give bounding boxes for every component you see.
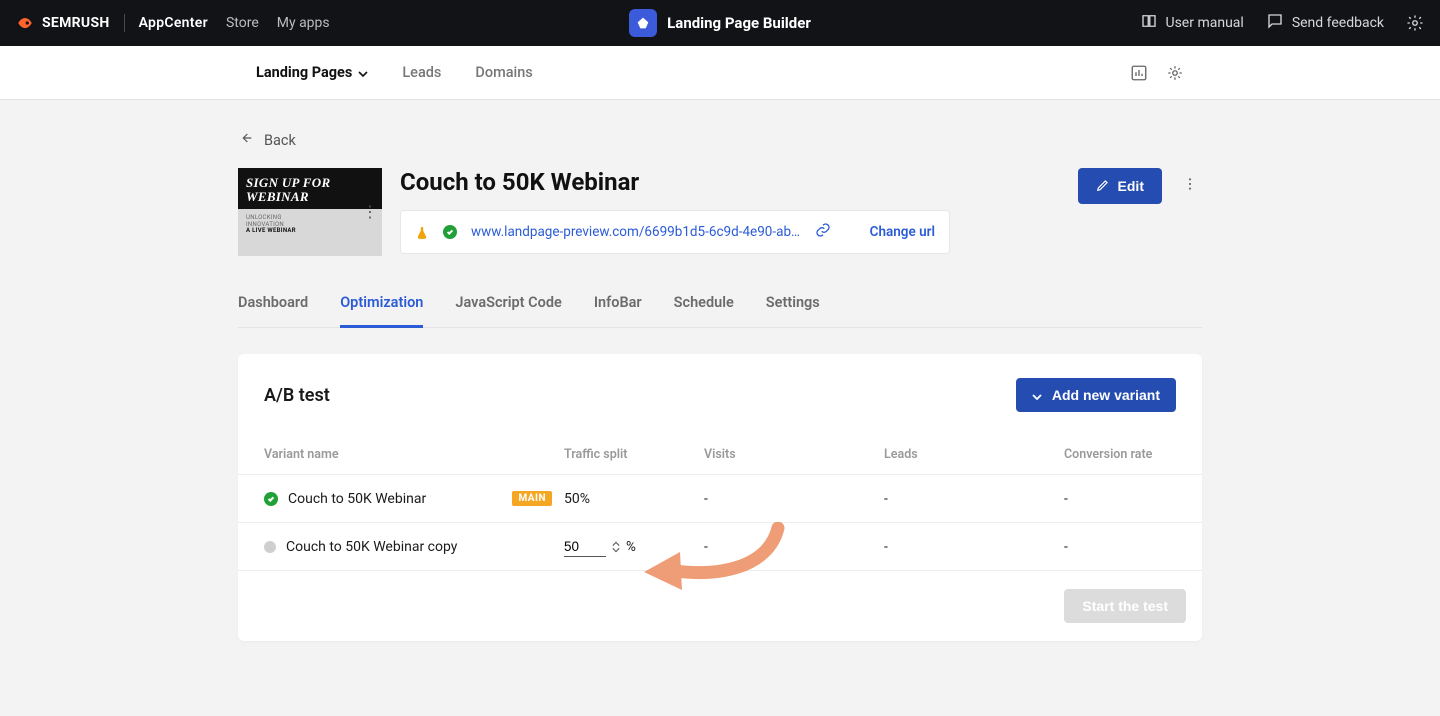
col-traffic-split: Traffic split [564, 447, 704, 462]
thumbnail-headline-2: WEBINAR [246, 190, 374, 204]
settings-gear-icon[interactable] [1406, 14, 1424, 32]
appcenter-text: AppCenter [139, 15, 208, 31]
traffic-split-field: % [564, 537, 704, 557]
send-feedback-label: Send feedback [1292, 15, 1384, 31]
user-manual-link[interactable]: User manual [1140, 12, 1244, 34]
visits-value: - [704, 539, 884, 555]
nav-my-apps[interactable]: My apps [277, 15, 330, 31]
tab-optimization[interactable]: Optimization [340, 284, 423, 328]
page-kebab-icon[interactable] [1178, 172, 1202, 200]
thumbnail-hero: SIGN UP FOR WEBINAR [238, 168, 382, 209]
back-label: Back [264, 132, 296, 149]
visits-value: - [704, 491, 884, 507]
brand[interactable]: SEMRUSH AppCenter [16, 14, 208, 32]
change-url-link[interactable]: Change url [870, 224, 935, 240]
variant-cell: Couch to 50K Webinar MAIN [264, 491, 564, 507]
chat-icon [1266, 12, 1284, 34]
tab-infobar[interactable]: InfoBar [594, 284, 642, 328]
back-link[interactable]: Back [238, 130, 296, 150]
page-title: Couch to 50K Webinar [400, 168, 1060, 196]
traffic-split-value: 50% [564, 491, 704, 507]
brand-separator [124, 14, 125, 32]
tab-dashboard[interactable]: Dashboard [238, 284, 308, 328]
thumbnail-sub-3: A LIVE WEBINAR [246, 227, 296, 234]
caret-down-icon [1032, 387, 1042, 403]
topbar: SEMRUSH AppCenter Store My apps Landing … [0, 0, 1440, 46]
thumbnail-menu-icon[interactable]: ⋮ [362, 202, 378, 221]
subnav-leads[interactable]: Leads [402, 64, 441, 81]
status-inactive-icon [264, 541, 276, 553]
subnav-domains[interactable]: Domains [475, 64, 532, 81]
chevron-down-icon [612, 547, 620, 553]
page-url[interactable]: www.landpage-preview.com/6699b1d5-6c9d-4… [471, 224, 801, 240]
percent-label: % [626, 539, 636, 555]
subnav-landing-pages[interactable]: Landing Pages [256, 64, 368, 81]
table-row: Couch to 50K Webinar MAIN 50% - - - [238, 474, 1202, 522]
leads-value: - [884, 491, 1064, 507]
col-visits: Visits [704, 447, 884, 462]
flask-icon [415, 225, 429, 239]
thumbnail-headline-1: SIGN UP FOR [246, 176, 374, 190]
variant-name: Couch to 50K Webinar [288, 491, 426, 507]
user-manual-label: User manual [1166, 15, 1244, 31]
arrow-left-icon [238, 130, 254, 150]
semrush-logo-icon [16, 14, 34, 32]
pencil-icon [1096, 178, 1110, 195]
tab-javascript-code[interactable]: JavaScript Code [455, 284, 561, 328]
col-conversion-rate: Conversion rate [1064, 447, 1176, 462]
number-stepper[interactable] [612, 541, 620, 553]
brand-text: SEMRUSH [42, 15, 110, 31]
nav-store[interactable]: Store [226, 15, 259, 31]
add-variant-label: Add new variant [1052, 387, 1160, 403]
main-badge: MAIN [512, 491, 552, 506]
traffic-split-input[interactable] [564, 537, 606, 557]
tabs: Dashboard Optimization JavaScript Code I… [238, 284, 1202, 328]
card-footer: Start the test [238, 570, 1202, 641]
app-chip-label: Landing Page Builder [667, 14, 811, 32]
edit-button-label: Edit [1118, 178, 1144, 194]
content: Back SIGN UP FOR WEBINAR UNLOCKING INNOV… [238, 100, 1202, 641]
subnav: Landing Pages Leads Domains [0, 46, 1440, 100]
subnav-landing-pages-label: Landing Pages [256, 64, 352, 81]
send-feedback-link[interactable]: Send feedback [1266, 12, 1384, 34]
leads-value: - [884, 539, 1064, 555]
tab-settings[interactable]: Settings [766, 284, 820, 328]
analytics-icon[interactable] [1130, 64, 1148, 82]
link-icon[interactable] [815, 222, 831, 242]
page-header: SIGN UP FOR WEBINAR UNLOCKING INNOVATION… [238, 168, 1202, 256]
app-chip-icon [629, 9, 657, 37]
book-icon [1140, 12, 1158, 34]
header-actions: Edit [1078, 168, 1202, 204]
ab-test-card: A/B test Add new variant Variant name Tr… [238, 354, 1202, 641]
conversion-value: - [1064, 491, 1176, 507]
caret-down-icon [358, 64, 368, 81]
table-head: Variant name Traffic split Visits Leads … [238, 434, 1202, 474]
card-head: A/B test Add new variant [238, 354, 1202, 434]
title-column: Couch to 50K Webinar www.landpage-previe… [400, 168, 1060, 254]
variant-cell: Couch to 50K Webinar copy [264, 539, 564, 555]
page-thumbnail[interactable]: SIGN UP FOR WEBINAR UNLOCKING INNOVATION… [238, 168, 382, 256]
thumbnail-sub: UNLOCKING INNOVATION A LIVE WEBINAR [238, 209, 382, 241]
topbar-left: SEMRUSH AppCenter Store My apps [16, 14, 330, 32]
workspace-settings-icon[interactable] [1166, 64, 1184, 82]
start-test-button[interactable]: Start the test [1064, 589, 1186, 623]
col-variant-name: Variant name [264, 447, 564, 462]
table-row: Couch to 50K Webinar copy % - - - [238, 522, 1202, 570]
status-check-icon [443, 225, 457, 239]
col-leads: Leads [884, 447, 1064, 462]
conversion-value: - [1064, 539, 1176, 555]
add-variant-button[interactable]: Add new variant [1016, 378, 1176, 412]
edit-button[interactable]: Edit [1078, 168, 1162, 204]
topbar-right: User manual Send feedback [1140, 12, 1425, 34]
card-title: A/B test [264, 385, 330, 406]
variant-name: Couch to 50K Webinar copy [286, 539, 457, 555]
url-card: www.landpage-preview.com/6699b1d5-6c9d-4… [400, 210, 950, 254]
status-active-icon [264, 492, 278, 506]
tab-schedule[interactable]: Schedule [674, 284, 734, 328]
subnav-right [1130, 64, 1184, 82]
app-chip[interactable]: Landing Page Builder [629, 9, 811, 37]
